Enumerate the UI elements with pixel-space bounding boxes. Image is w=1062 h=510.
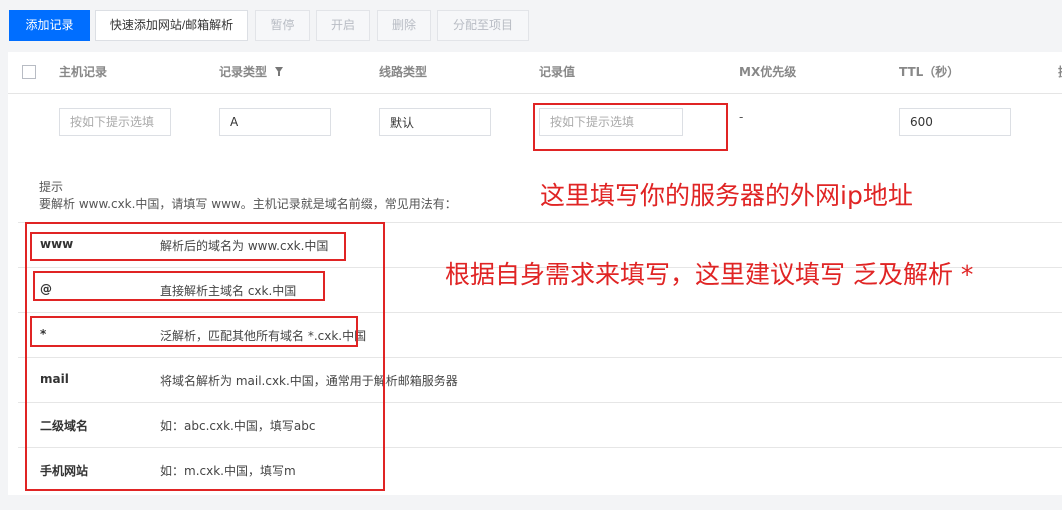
record-value-input[interactable] — [539, 108, 683, 136]
column-host-record: 主机记录 — [59, 65, 108, 79]
hint-key: mail — [40, 372, 69, 386]
host-record-input[interactable] — [59, 108, 171, 136]
column-ttl: TTL（秒） — [899, 65, 960, 79]
hint-description: 要解析 www.cxk.中国，请填写 www。主机记录就是域名前缀，常见用法有： — [39, 197, 457, 211]
record-edit-row: - — [8, 94, 1062, 150]
column-record-value: 记录值 — [539, 65, 576, 79]
mx-priority-value: - — [739, 110, 744, 124]
hint-key: @ — [40, 282, 52, 296]
select-all-checkbox[interactable] — [22, 65, 36, 79]
enable-button[interactable]: 开启 — [316, 10, 370, 41]
page-bottom — [0, 495, 1062, 510]
assign-project-button[interactable]: 分配至项目 — [437, 10, 529, 41]
hint-value: 泛解析，匹配其他所有域名 *.cxk.中国 — [160, 329, 367, 343]
hint-title: 提示 — [39, 180, 64, 194]
annotation-server-ip: 这里填写你的服务器的外网ip地址 — [540, 181, 913, 210]
hint-row-wildcard: * 泛解析，匹配其他所有域名 *.cxk.中国 — [18, 312, 1062, 358]
pause-button[interactable]: 暂停 — [255, 10, 310, 41]
toolbar: 添加记录 快速添加网站/邮箱解析 暂停 开启 删除 分配至项目 — [0, 0, 1062, 52]
quick-add-button[interactable]: 快速添加网站/邮箱解析 — [95, 10, 248, 41]
column-actions: 操 — [1058, 52, 1062, 93]
record-type-select[interactable] — [219, 108, 331, 136]
hint-value: 直接解析主域名 cxk.中国 — [160, 284, 297, 298]
filter-icon[interactable] — [275, 67, 283, 76]
column-record-type: 记录类型 — [219, 65, 268, 79]
hint-value: 如：abc.cxk.中国，填写abc — [160, 419, 316, 433]
hint-key: 手机网站 — [40, 464, 89, 478]
hint-key: 二级域名 — [40, 419, 89, 433]
column-line-type: 线路类型 — [379, 65, 428, 79]
hint-key: www — [40, 237, 74, 251]
hint-key: * — [40, 327, 47, 341]
hint-row-subdomain: 二级域名 如：abc.cxk.中国，填写abc — [18, 402, 1062, 448]
add-record-button[interactable]: 添加记录 — [9, 10, 90, 41]
annotation-host-suggestion: 根据自身需求来填写，这里建议填写 乏及解析 * — [445, 260, 974, 289]
delete-button[interactable]: 删除 — [377, 10, 431, 41]
line-type-select[interactable] — [379, 108, 491, 136]
ttl-input[interactable] — [899, 108, 1011, 136]
hint-value: 解析后的域名为 www.cxk.中国 — [160, 239, 329, 253]
hint-row-mail: mail 将域名解析为 mail.cxk.中国，通常用于解析邮箱服务器 — [18, 357, 1062, 403]
column-mx-priority: MX优先级 — [739, 65, 797, 79]
hint-value: 将域名解析为 mail.cxk.中国，通常用于解析邮箱服务器 — [160, 374, 458, 388]
hint-row-mobile: 手机网站 如：m.cxk.中国，填写m — [18, 447, 1062, 493]
hint-value: 如：m.cxk.中国，填写m — [160, 464, 296, 478]
table-header: 主机记录 记录类型 线路类型 记录值 MX优先级 TTL（秒） 操 — [8, 52, 1062, 94]
